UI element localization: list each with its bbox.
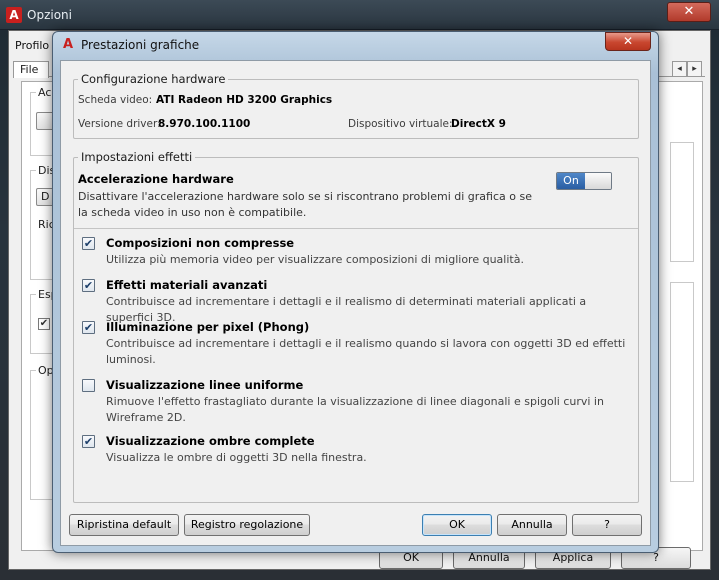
- background-close-button[interactable]: ✕: [667, 2, 711, 22]
- hw-acceleration-toggle[interactable]: On: [556, 172, 612, 190]
- effects-options-list: ✔ Composizioni non compresse Utilizza pi…: [78, 226, 640, 496]
- help-button[interactable]: ?: [572, 514, 642, 536]
- video-card-label: Scheda video:: [78, 94, 153, 106]
- full-shadow-display-checkbox[interactable]: ✔: [82, 435, 95, 448]
- advanced-materials-checkbox[interactable]: ✔: [82, 279, 95, 292]
- tuning-log-button[interactable]: Registro regolazione: [184, 514, 310, 536]
- toggle-on-label: On: [557, 173, 585, 189]
- tab-scroll-left-icon[interactable]: ◂: [672, 61, 687, 77]
- graphics-performance-dialog: A Prestazioni grafiche ✕ Configurazione …: [52, 31, 659, 553]
- reset-default-button[interactable]: Ripristina default: [69, 514, 179, 536]
- per-pixel-lighting-checkbox[interactable]: ✔: [82, 321, 95, 334]
- cancel-button[interactable]: Annulla: [497, 514, 567, 536]
- option-description: Rimuove l'effetto frastagliato durante l…: [106, 395, 604, 424]
- driver-version-label: Versione driver:: [78, 118, 161, 130]
- option-title: Visualizzazione ombre complete: [106, 434, 315, 448]
- background-right-group-2: [670, 282, 694, 482]
- toggle-off-half: [585, 173, 611, 189]
- option-description: Contribuisce ad incrementare i dettagli …: [106, 337, 626, 366]
- effect-settings-group: Impostazioni effetti Accelerazione hardw…: [73, 150, 640, 503]
- hardware-config-group: Configurazione hardware Scheda video: AT…: [73, 72, 639, 139]
- tab-scroll-right-icon[interactable]: ▸: [687, 61, 702, 77]
- driver-version-value: 8.970.100.1100: [158, 118, 251, 130]
- background-titlebar: A Opzioni ✕: [0, 0, 719, 30]
- option-title: Illuminazione per pixel (Phong): [106, 320, 310, 334]
- uncompressed-layouts-checkbox[interactable]: ✔: [82, 237, 95, 250]
- dialog-title: Prestazioni grafiche: [81, 38, 200, 52]
- background-right-group-1: [670, 142, 694, 262]
- dialog-body: Configurazione hardware Scheda video: AT…: [60, 60, 651, 546]
- smooth-line-display-checkbox[interactable]: [82, 379, 95, 392]
- option-title: Effetti materiali avanzati: [106, 278, 268, 292]
- virtual-device-value: DirectX 9: [451, 118, 506, 130]
- option-description: Utilizza più memoria video per visualizz…: [106, 253, 524, 266]
- dialog-close-button[interactable]: ✕: [605, 32, 651, 51]
- hw-acceleration-description: Disattivare l'accelerazione hardware sol…: [78, 190, 532, 219]
- autocad-logo-icon: A: [62, 37, 74, 52]
- autocad-app-icon: A: [6, 7, 22, 23]
- background-window-title: Opzioni: [27, 8, 72, 22]
- option-description: Visualizza le ombre di oggetti 3D nella …: [106, 451, 367, 464]
- video-card-value: ATI Radeon HD 3200 Graphics: [156, 94, 333, 106]
- ok-button[interactable]: OK: [422, 514, 492, 536]
- effect-settings-title: Impostazioni effetti: [78, 150, 196, 164]
- hardware-config-title: Configurazione hardware: [78, 72, 229, 86]
- dialog-titlebar[interactable]: A Prestazioni grafiche ✕: [53, 32, 658, 58]
- tab-file[interactable]: File: [13, 61, 49, 78]
- tab-scroll-arrows[interactable]: ◂ ▸: [672, 61, 702, 77]
- virtual-device-label: Dispositivo virtuale:: [348, 118, 453, 130]
- option-title: Composizioni non compresse: [106, 236, 295, 250]
- background-checkbox[interactable]: ✔: [38, 318, 50, 330]
- option-title: Visualizzazione linee uniforme: [106, 378, 304, 392]
- hw-acceleration-title: Accelerazione hardware: [78, 172, 234, 186]
